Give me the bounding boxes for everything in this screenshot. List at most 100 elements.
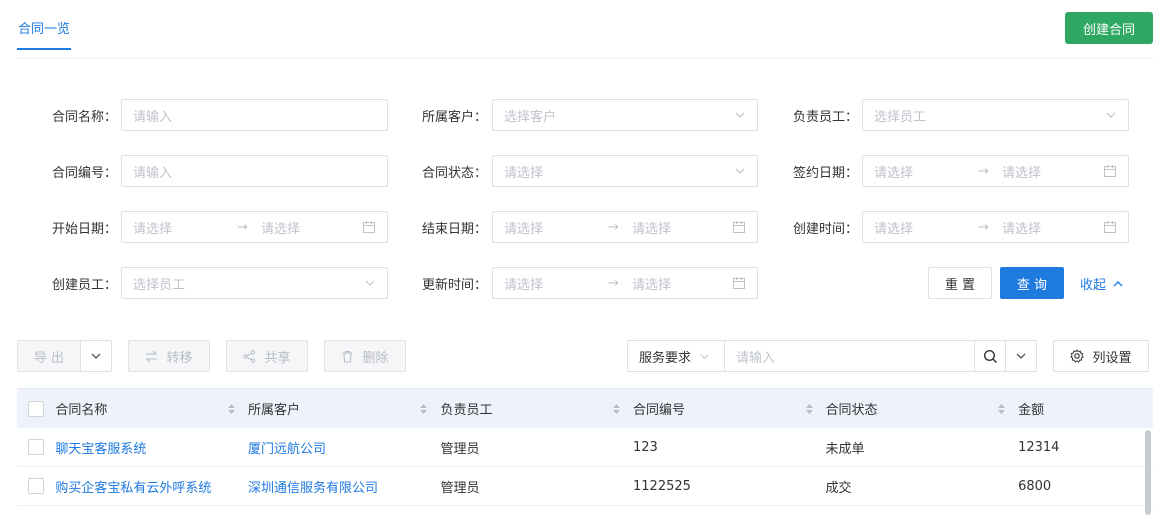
export-button[interactable]: 导 出 [17, 340, 81, 372]
update-time-end: 请选择 [632, 277, 672, 293]
chevron-down-icon [735, 112, 745, 118]
search-button[interactable]: 查 询 [1000, 267, 1064, 299]
column-header-label: 金额 [1018, 403, 1045, 418]
contract-name-link[interactable]: 购买企客宝私有云外呼系统 [55, 477, 248, 496]
column-header-label: 合同状态 [825, 403, 878, 418]
column-settings-button[interactable]: 列设置 [1053, 340, 1149, 372]
start-date-start: 请选择 [133, 221, 173, 237]
contract-name-placeholder: 请输入 [133, 109, 173, 125]
column-header[interactable]: 金额 [1018, 399, 1153, 418]
sort-icon [227, 403, 235, 414]
table-scrollbar[interactable] [1145, 430, 1151, 515]
search-scope-select[interactable]: 服务要求 [627, 340, 725, 372]
customer-link[interactable]: 深圳通信服务有限公司 [248, 477, 441, 496]
update-time-start: 请选择 [504, 277, 544, 293]
chevron-down-icon [1016, 353, 1026, 359]
chevron-down-icon [735, 168, 745, 174]
share-icon [243, 349, 256, 363]
table-cell: 12314 [1018, 439, 1060, 455]
create-time-label: 创建时间： [793, 222, 859, 237]
column-header-label: 负责员工 [440, 403, 493, 418]
end-date-start: 请选择 [504, 221, 544, 237]
customer-label: 所属客户： [422, 110, 488, 125]
status-label: 合同状态： [422, 166, 488, 181]
sort-icon [420, 403, 428, 414]
share-label: 共享 [264, 350, 291, 366]
start-date-range[interactable]: 请选择 → 请选择 [121, 211, 388, 243]
sign-date-end: 请选择 [1002, 165, 1042, 181]
delete-label: 删除 [362, 350, 389, 366]
table-row[interactable]: 聊天宝客服系统 厦门远航公司 管理员 123 未成单 12314 [17, 428, 1153, 467]
update-time-range[interactable]: 请选择 → 请选择 [492, 267, 758, 299]
select-all-checkbox[interactable] [28, 400, 45, 417]
column-settings-label: 列设置 [1092, 350, 1132, 366]
range-arrow: → [978, 163, 989, 179]
table-cell: 成交 [825, 480, 852, 496]
creator-placeholder: 选择员工 [133, 277, 186, 293]
column-header-label: 合同编号 [633, 403, 686, 418]
collapse-link[interactable]: 收起 [1080, 274, 1124, 293]
column-header[interactable]: 合同状态 [826, 399, 1019, 418]
status-select[interactable]: 请选择 [492, 155, 758, 187]
contract-name-input[interactable]: 请输入 [121, 99, 388, 131]
contract-no-input[interactable]: 请输入 [121, 155, 388, 187]
column-header[interactable]: 负责员工 [440, 399, 633, 418]
table-cell: 6800 [1018, 478, 1052, 494]
table-header: 合同名称 所属客户 负责员工 合同编号 合同状态 金额 [17, 388, 1153, 428]
customer-select[interactable]: 选择客户 [492, 99, 758, 131]
table-row[interactable]: 购买企客宝私有云外呼系统 深圳通信服务有限公司 管理员 1122525 成交 6… [17, 467, 1153, 506]
calendar-icon [1104, 221, 1116, 233]
transfer-label: 转移 [166, 350, 193, 366]
sign-date-range[interactable]: 请选择 → 请选择 [862, 155, 1129, 187]
start-date-label: 开始日期： [52, 222, 118, 237]
staff-label: 负责员工： [793, 110, 859, 125]
table-cell: 管理员 [440, 441, 480, 457]
gear-icon [1070, 349, 1085, 363]
range-arrow: → [237, 219, 248, 235]
delete-button[interactable]: 删除 [324, 340, 406, 372]
column-header-label: 所属客户 [247, 403, 300, 418]
share-button[interactable]: 共享 [226, 340, 308, 372]
search-options-dropdown[interactable] [1005, 340, 1037, 372]
creator-select[interactable]: 选择员工 [121, 267, 388, 299]
column-header[interactable]: 所属客户 [248, 399, 441, 418]
chevron-down-icon [1106, 112, 1116, 118]
sign-date-label: 签约日期： [793, 166, 859, 181]
contract-table: 合同名称 所属客户 负责员工 合同编号 合同状态 金额 聊天宝客服系统 厦门远航… [17, 388, 1153, 506]
create-time-end: 请选择 [1002, 221, 1042, 237]
chevron-down-icon [91, 353, 101, 359]
calendar-icon [733, 277, 745, 289]
chevron-up-icon [1113, 280, 1123, 286]
keyword-search-button[interactable] [974, 340, 1006, 372]
tab-contract-list[interactable]: 合同一览 [17, 18, 72, 50]
contract-name-link[interactable]: 聊天宝客服系统 [55, 438, 248, 457]
customer-placeholder: 选择客户 [504, 109, 557, 125]
contract-no-placeholder: 请输入 [133, 165, 173, 181]
end-date-range[interactable]: 请选择 → 请选择 [492, 211, 758, 243]
trash-icon [342, 350, 353, 363]
staff-select[interactable]: 选择员工 [862, 99, 1129, 131]
creator-label: 创建员工： [52, 278, 118, 293]
create-contract-button[interactable]: 创建合同 [1065, 12, 1153, 44]
column-header-label: 合同名称 [55, 403, 108, 418]
calendar-icon [363, 221, 375, 233]
status-placeholder: 请选择 [504, 165, 544, 181]
keyword-search-input[interactable]: 请输入 [724, 340, 975, 372]
sign-date-start: 请选择 [874, 165, 914, 181]
search-scope-label: 服务要求 [639, 350, 692, 366]
column-header[interactable]: 合同名称 [55, 399, 248, 418]
transfer-button[interactable]: 转移 [128, 340, 210, 372]
create-time-range[interactable]: 请选择 → 请选择 [862, 211, 1129, 243]
range-arrow: → [608, 275, 619, 291]
reset-button[interactable]: 重 置 [928, 267, 992, 299]
table-cell: 1122525 [633, 478, 691, 494]
customer-link[interactable]: 厦门远航公司 [248, 438, 441, 457]
search-icon [983, 349, 997, 363]
export-dropdown-button[interactable] [80, 340, 112, 372]
table-cell: 管理员 [440, 480, 480, 496]
column-header[interactable]: 合同编号 [633, 399, 826, 418]
row-checkbox[interactable] [28, 439, 45, 455]
create-time-start: 请选择 [874, 221, 914, 237]
chevron-down-icon [365, 280, 375, 286]
row-checkbox[interactable] [28, 478, 45, 494]
